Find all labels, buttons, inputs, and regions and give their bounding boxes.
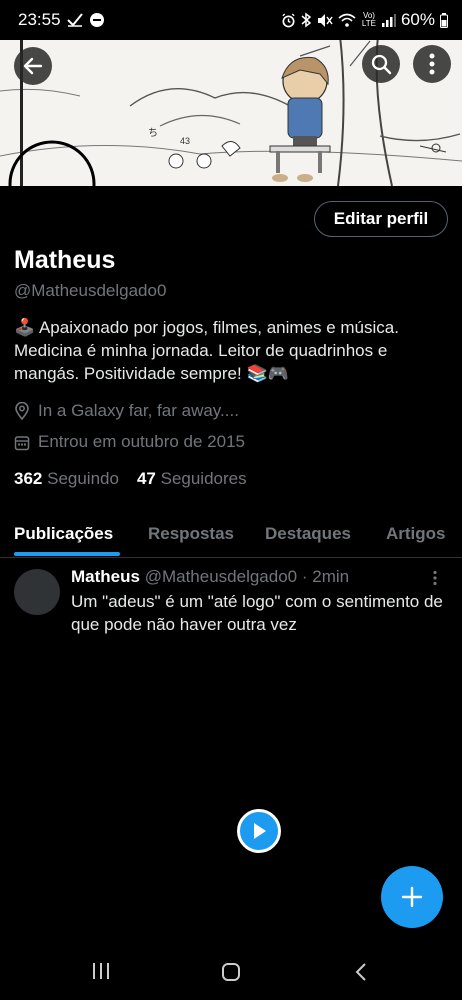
tab-artigos[interactable]: Artigos	[386, 524, 446, 544]
more-vertical-icon	[433, 570, 437, 586]
plus-icon	[401, 886, 423, 908]
recent-apps-button[interactable]	[92, 962, 110, 985]
status-right: Vo) LTE 60%	[281, 10, 448, 30]
status-left: 23:55	[18, 10, 105, 30]
signal-icon	[381, 14, 396, 27]
back-button[interactable]	[14, 47, 52, 85]
following-label: Seguindo	[47, 469, 119, 488]
search-button[interactable]	[362, 45, 400, 83]
calendar-icon	[14, 435, 30, 450]
home-button[interactable]	[221, 962, 241, 987]
svg-text:43: 43	[180, 136, 190, 146]
following-count: 362	[14, 469, 43, 488]
post-text: Um "adeus" é um "até logo" com o sentime…	[71, 592, 443, 634]
svg-text:ち: ち	[148, 127, 158, 139]
network-label: Vo) LTE	[361, 11, 376, 28]
bluetooth-icon	[301, 12, 312, 28]
post-avatar[interactable]	[14, 569, 60, 615]
play-icon	[254, 823, 266, 839]
status-time: 23:55	[18, 10, 61, 29]
play-button[interactable]	[237, 809, 281, 853]
more-options-button[interactable]	[413, 45, 451, 83]
following-link[interactable]: 362 Seguindo	[14, 469, 119, 489]
followers-link[interactable]: 47 Seguidores	[137, 469, 247, 489]
arrow-left-icon	[23, 57, 43, 75]
edit-profile-button[interactable]: Editar perfil	[314, 201, 448, 237]
back-nav-button[interactable]	[354, 962, 368, 987]
check-icon	[66, 13, 83, 27]
mute-icon	[317, 13, 333, 27]
home-icon	[222, 963, 240, 981]
recent-apps-icon	[93, 963, 109, 979]
tab-destaques[interactable]: Destaques	[265, 524, 351, 544]
chevron-left-icon	[355, 963, 366, 981]
compose-button[interactable]	[381, 866, 443, 928]
active-tab-indicator	[14, 552, 120, 556]
post-header: Matheus @Matheusdelgado0 · 2min	[71, 567, 349, 587]
more-vertical-icon	[429, 53, 435, 75]
dnd-icon	[89, 13, 104, 27]
system-nav-bar	[0, 946, 462, 1000]
alarm-icon	[282, 12, 295, 27]
profile-handle: @Matheusdelgado0	[14, 281, 167, 300]
location-text: In a Galaxy far, far away....	[38, 401, 239, 420]
tab-respostas[interactable]: Respostas	[148, 524, 234, 544]
post-author[interactable]: Matheus	[71, 567, 140, 586]
post-handle: @Matheusdelgado0	[144, 567, 298, 586]
profile-bio: 🕹️ Apaixonado por jogos, filmes, animes …	[14, 318, 399, 383]
post-time: · 2min	[301, 567, 350, 586]
profile-location: In a Galaxy far, far away....	[14, 401, 239, 421]
post-more-button[interactable]	[432, 570, 438, 591]
tab-publicacoes[interactable]: Publicações	[14, 524, 113, 544]
followers-label: Seguidores	[160, 469, 247, 488]
followers-count: 47	[136, 469, 156, 488]
search-icon	[371, 54, 392, 75]
battery-percent: 60%	[400, 10, 435, 29]
battery-icon	[440, 12, 448, 28]
joined-text: Entrou em outubro de 2015	[38, 432, 245, 451]
location-pin-icon	[15, 402, 29, 420]
profile-joined: Entrou em outubro de 2015	[14, 432, 245, 452]
profile-name: Matheus	[14, 246, 116, 274]
status-bar: 23:55 Vo) LTE 60%	[0, 0, 462, 40]
wifi-icon	[338, 13, 356, 27]
follow-stats: 362 Seguindo 47 Seguidores	[14, 469, 247, 489]
screen: 23:55 Vo) LTE 60% ち 43 Editar perfil Mat…	[0, 0, 462, 1000]
